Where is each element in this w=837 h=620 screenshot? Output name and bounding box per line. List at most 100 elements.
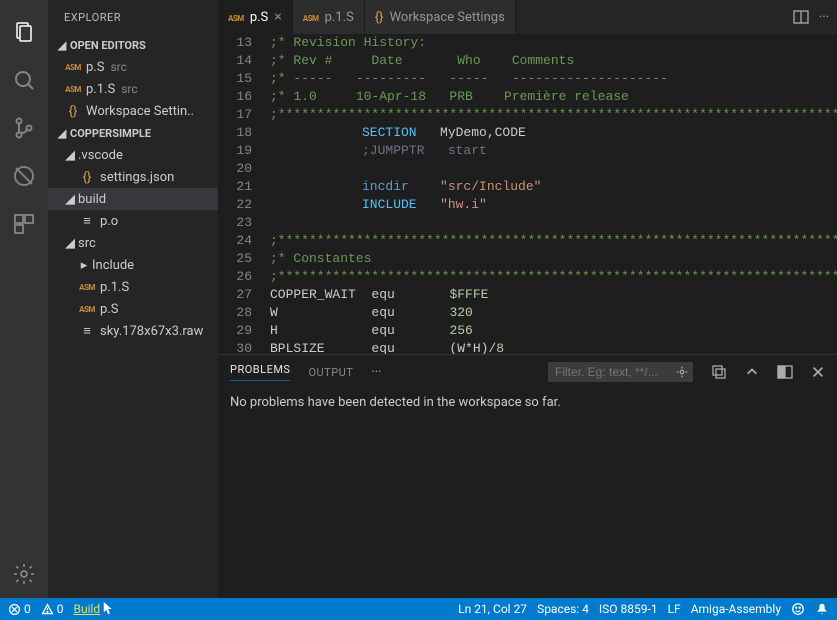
file-label: Workspace Settin.. xyxy=(86,104,194,119)
chevron-down-icon: ◢ xyxy=(56,127,68,140)
status-spaces[interactable]: Spaces: 4 xyxy=(537,602,589,616)
status-warnings[interactable]: 0 xyxy=(41,602,64,616)
status-build[interactable]: Build xyxy=(74,602,116,616)
bell-icon[interactable] xyxy=(815,602,829,616)
file-icon: ≡ xyxy=(78,323,96,339)
tree-item-label: .vscode xyxy=(78,148,123,163)
code-line[interactable]: incdir "src/Include" xyxy=(270,178,837,196)
tree-item-label: sky.178x67x3.raw xyxy=(100,324,203,339)
tree-item[interactable]: ASMp.1.S xyxy=(48,276,218,298)
status-lncol[interactable]: Ln 21, Col 27 xyxy=(458,602,527,616)
file-path-dim: src xyxy=(121,82,137,96)
toggle-layout-icon[interactable] xyxy=(777,364,793,380)
output-tab[interactable]: OUTPUT xyxy=(308,366,353,379)
close-tab-icon[interactable]: × xyxy=(274,9,281,25)
code-line[interactable]: ;* Revision History: xyxy=(270,34,837,52)
code-line[interactable]: BPLSIZE equ (W*H)/8 xyxy=(270,340,837,354)
status-errors[interactable]: 0 xyxy=(8,602,31,616)
code-line[interactable]: COPPER_WAIT equ $FFFE xyxy=(270,286,837,304)
code-line[interactable] xyxy=(270,160,837,178)
chevron-up-icon[interactable] xyxy=(745,365,759,379)
tree-item-label: build xyxy=(78,192,106,207)
tree-item[interactable]: ASMp.S xyxy=(48,298,218,320)
tree-item[interactable]: ◢.vscode xyxy=(48,144,218,166)
bottom-panel: PROBLEMS OUTPUT ··· xyxy=(218,354,837,598)
code-line[interactable]: ;* Constantes xyxy=(270,250,837,268)
tree-item-label: src xyxy=(78,236,96,251)
problems-body: No problems have been detected in the wo… xyxy=(218,389,837,416)
status-language[interactable]: Amiga-Assembly xyxy=(691,602,781,616)
settings-gear-icon[interactable] xyxy=(0,550,48,598)
file-label: p.1.S xyxy=(86,82,115,97)
code-line[interactable]: ;* 1.0 10-Apr-18 PRB Première release xyxy=(270,88,837,106)
tree-item-label: p.S xyxy=(100,302,118,317)
tree-item[interactable]: ≡ p.o xyxy=(48,210,218,232)
file-path-dim: src xyxy=(110,60,126,74)
tree-item[interactable]: ◢src xyxy=(48,232,218,254)
editor-tab[interactable]: ASMp.1.S xyxy=(293,0,365,34)
code-line[interactable]: W equ 320 xyxy=(270,304,837,322)
chevron-down-icon: ◢ xyxy=(64,148,76,163)
close-panel-icon[interactable] xyxy=(811,365,825,379)
open-editor-item[interactable]: ASMp.Ssrc xyxy=(48,56,218,78)
tree-item-label: p.o xyxy=(100,214,118,229)
editor-tab[interactable]: ASMp.S× xyxy=(218,0,293,34)
code-line[interactable]: ;***************************************… xyxy=(270,268,837,286)
editor-group: ASMp.S×ASMp.1.S{}Workspace Settings ··· … xyxy=(218,0,837,598)
tab-label: Workspace Settings xyxy=(390,10,505,25)
problems-filter-input[interactable] xyxy=(548,362,693,382)
status-eol[interactable]: LF xyxy=(668,602,681,616)
chevron-down-icon: ◢ xyxy=(64,192,76,207)
tree-item[interactable]: ▸Include xyxy=(48,254,218,276)
explorer-icon[interactable] xyxy=(0,8,48,56)
code-line[interactable] xyxy=(270,214,837,232)
tree-item-label: Include xyxy=(92,258,134,273)
chevron-right-icon: ▸ xyxy=(78,258,90,273)
chevron-down-icon: ◢ xyxy=(56,39,68,52)
code-line[interactable]: ;***************************************… xyxy=(270,106,837,124)
code-line[interactable]: ;* ----- --------- ----- ---------------… xyxy=(270,70,837,88)
tab-label: p.1.S xyxy=(325,10,354,25)
sidebar-title: EXPLORER xyxy=(48,0,218,34)
activity-bar xyxy=(0,0,48,598)
code-line[interactable]: ;* Rev # Date Who Comments xyxy=(270,52,837,70)
more-icon[interactable]: ··· xyxy=(819,10,829,25)
tree-item-label: p.1.S xyxy=(100,280,129,295)
tree-item-label: settings.json xyxy=(100,170,174,185)
file-label: p.S xyxy=(86,60,104,75)
debug-icon[interactable] xyxy=(0,152,48,200)
extensions-icon[interactable] xyxy=(0,200,48,248)
status-encoding[interactable]: ISO 8859-1 xyxy=(599,602,658,616)
split-editor-icon[interactable] xyxy=(793,9,809,25)
tree-item[interactable]: {}settings.json xyxy=(48,166,218,188)
file-icon: ≡ xyxy=(78,213,96,229)
open-editors-header[interactable]: ◢ OPEN EDITORS xyxy=(48,34,218,56)
code-line[interactable]: ;***************************************… xyxy=(270,232,837,250)
code-line[interactable]: H equ 256 xyxy=(270,322,837,340)
open-editor-item[interactable]: {}Workspace Settin.. xyxy=(48,100,218,122)
feedback-icon[interactable] xyxy=(791,602,805,616)
tree-item[interactable]: ≡ sky.178x67x3.raw xyxy=(48,320,218,342)
filter-settings-icon[interactable] xyxy=(675,365,689,379)
sidebar: EXPLORER ◢ OPEN EDITORS ASMp.S src ASMp.1.… xyxy=(48,0,218,598)
more-panel-icon[interactable]: ··· xyxy=(371,365,381,380)
chevron-down-icon: ◢ xyxy=(64,236,76,251)
collapse-all-icon[interactable] xyxy=(711,364,727,380)
problems-tab[interactable]: PROBLEMS xyxy=(230,363,290,381)
cursor-icon xyxy=(103,602,115,616)
open-editors-label: OPEN EDITORS xyxy=(70,39,146,52)
tree-item[interactable]: ◢build xyxy=(48,188,218,210)
open-editor-item[interactable]: ASMp.1.Ssrc xyxy=(48,78,218,100)
code-line[interactable]: ;JUMPPTR start xyxy=(270,142,837,160)
workspace-label: COPPERSIMPLE xyxy=(70,127,151,140)
code-line[interactable]: SECTION MyDemo,CODE xyxy=(270,124,837,142)
tab-label: p.S xyxy=(250,10,268,25)
editor-tab[interactable]: {}Workspace Settings xyxy=(365,0,516,34)
code-line[interactable]: INCLUDE "hw.i" xyxy=(270,196,837,214)
workspace-header[interactable]: ◢ COPPERSIMPLE xyxy=(48,122,218,144)
code-editor[interactable]: 13141516171819202122232425262728293031 ;… xyxy=(218,34,837,354)
source-control-icon[interactable] xyxy=(0,104,48,152)
tab-bar: ASMp.S×ASMp.1.S{}Workspace Settings ··· xyxy=(218,0,837,34)
status-bar: 0 0 Build Ln 21, Col 27 Spaces: 4 ISO 88… xyxy=(0,598,837,620)
search-icon[interactable] xyxy=(0,56,48,104)
